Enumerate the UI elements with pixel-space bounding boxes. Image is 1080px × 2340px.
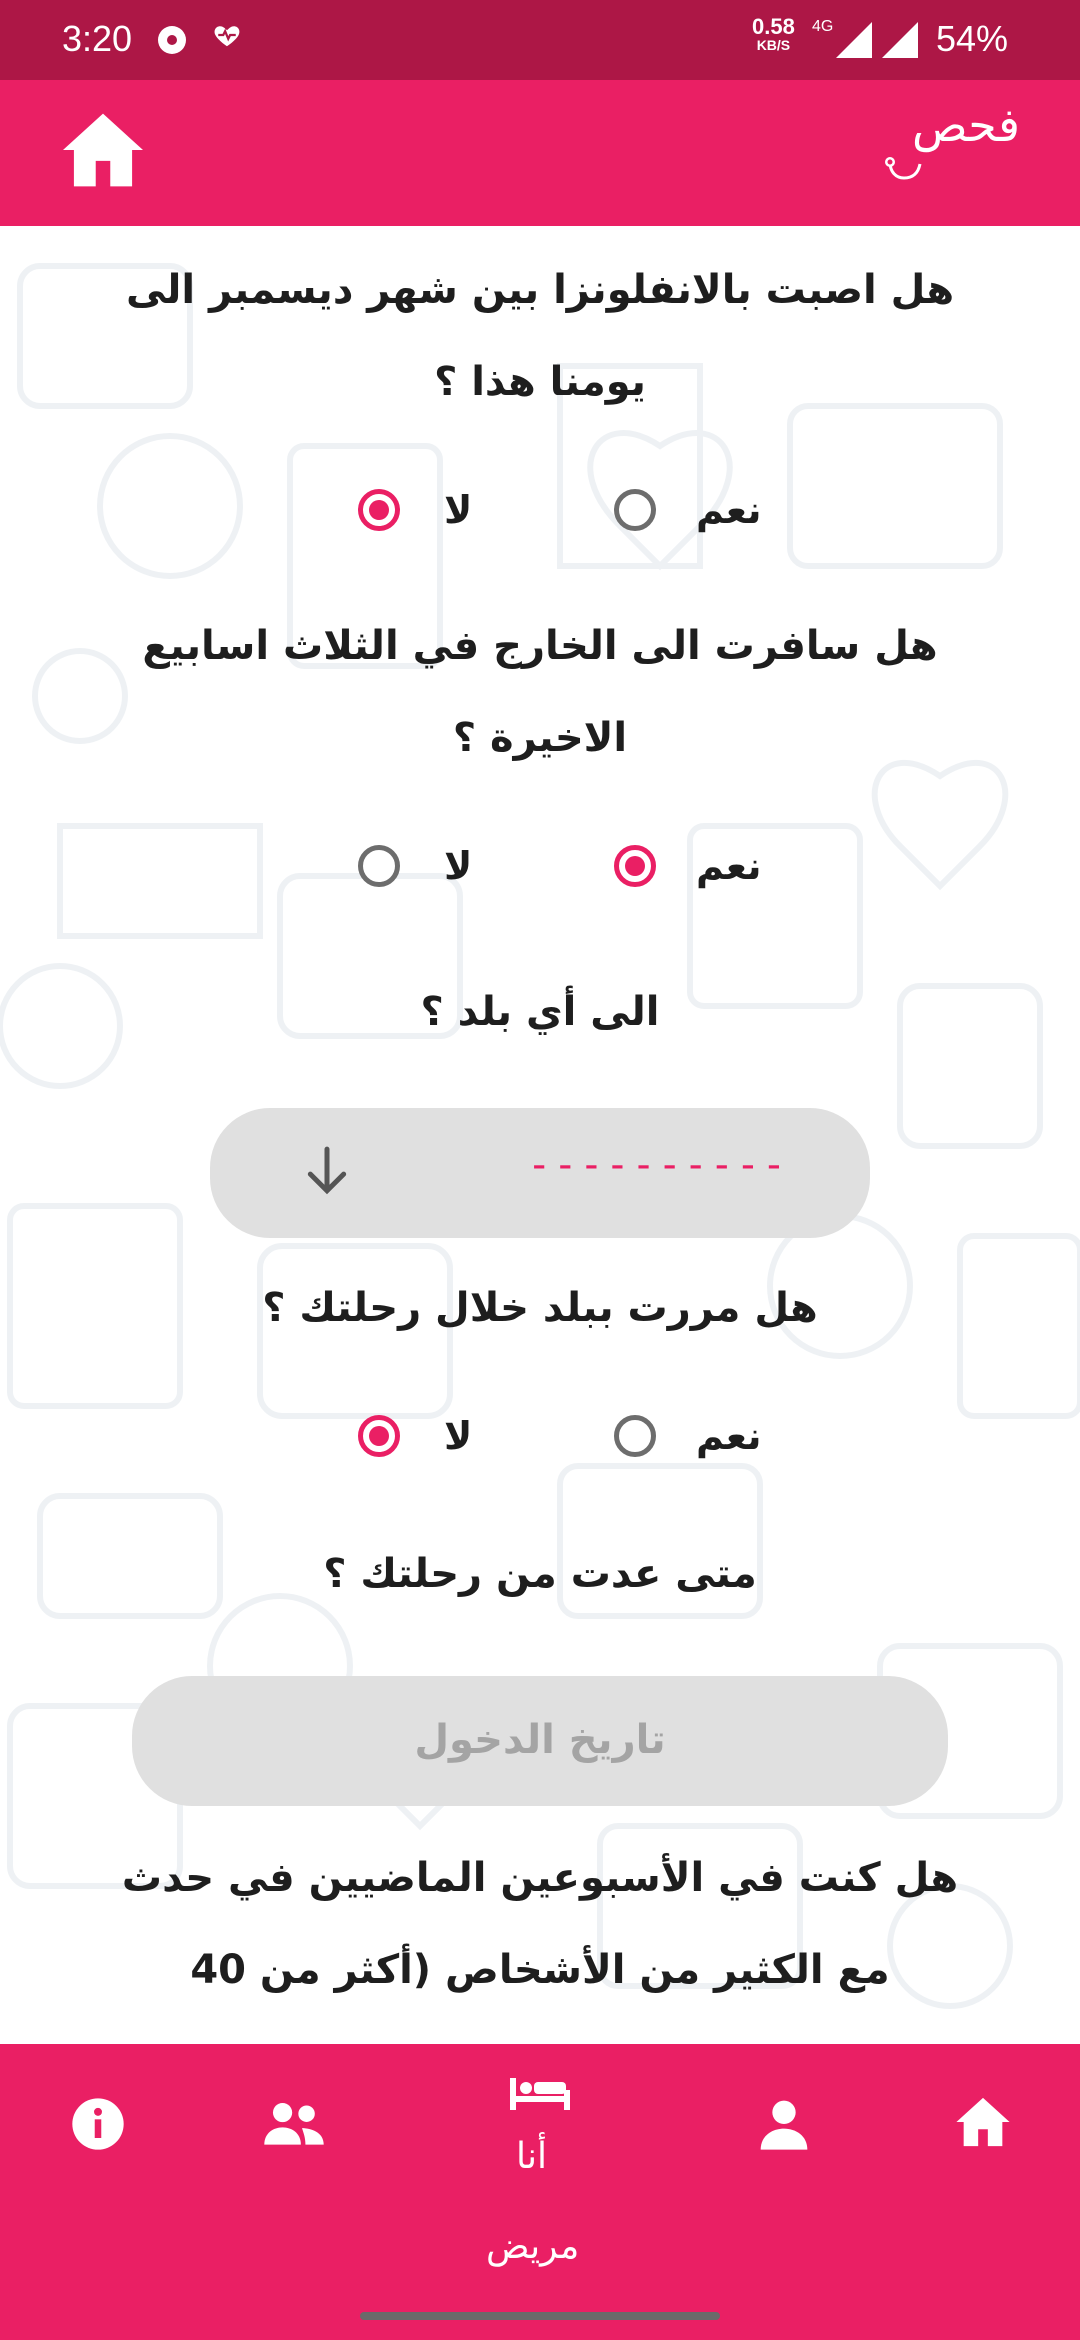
- radio-button-selected[interactable]: [358, 489, 400, 531]
- radio-label: نعم: [696, 844, 762, 888]
- home-icon[interactable]: [954, 2094, 1012, 2154]
- radio-label: لا: [444, 844, 473, 888]
- radio-option-yes[interactable]: نعم: [614, 844, 762, 888]
- question-gathering: هل كنت في الأسبوعين الماضيين في حدث مع ا…: [121, 1855, 959, 2044]
- radio-group-travel: نعم لا: [0, 844, 1080, 914]
- radio-option-yes[interactable]: نعم: [614, 488, 762, 532]
- bed-icon: [508, 2074, 572, 2118]
- radio-label: نعم: [696, 488, 762, 532]
- status-time: 3:20: [62, 18, 133, 59]
- question-flu: هل اصبت بالانفلونزا بين شهر ديسمبر الى ي…: [125, 267, 955, 405]
- radio-group-flu: نعم لا: [0, 488, 1080, 558]
- info-icon[interactable]: [70, 2096, 126, 2156]
- nav-sublabel: مريض: [486, 2226, 580, 2267]
- radio-label: نعم: [696, 1414, 762, 1458]
- question-travel: هل سافرت الى الخارج في الثلاث اسابيع الا…: [142, 623, 938, 761]
- radio-option-no[interactable]: لا: [358, 1414, 472, 1458]
- questionnaire[interactable]: هل اصبت بالانفلونزا بين شهر ديسمبر الى ي…: [0, 226, 1080, 2044]
- heartbeat-icon: [212, 20, 242, 54]
- nav-label: أنا: [516, 2136, 547, 2177]
- people-icon[interactable]: [262, 2096, 326, 2156]
- radio-button-selected[interactable]: [358, 1415, 400, 1457]
- radio-label: لا: [444, 488, 473, 532]
- app-bar: فحص: [0, 80, 1080, 226]
- person-icon[interactable]: [756, 2096, 812, 2156]
- radio-option-no[interactable]: لا: [358, 844, 472, 888]
- question-transit: هل مررت ببلد خلال رحلتك ؟: [262, 1285, 818, 1331]
- radio-button[interactable]: [614, 489, 656, 531]
- gesture-bar[interactable]: [360, 2312, 720, 2320]
- country-dropdown[interactable]: ----------: [210, 1108, 870, 1238]
- record-icon: [158, 26, 186, 54]
- network-type: 4G: [812, 18, 834, 35]
- arrow-down-icon: [302, 1144, 352, 1204]
- bottom-navigation: أنا مريض: [0, 2044, 1080, 2340]
- signal-icon: [834, 20, 874, 64]
- network-speed: 0.58 KB/S: [752, 14, 795, 53]
- entry-date-button[interactable]: تاريخ الدخول: [132, 1676, 948, 1806]
- radio-option-no[interactable]: لا: [358, 488, 472, 532]
- question-return-date: متى عدت من رحلتك ؟: [323, 1551, 757, 1597]
- stethoscope-icon: [884, 152, 934, 196]
- radio-option-yes[interactable]: نعم: [614, 1414, 762, 1458]
- battery-level: 54%: [936, 18, 1009, 59]
- radio-label: لا: [444, 1414, 473, 1458]
- status-bar: 3:20 0.58 KB/S 4G 54%: [0, 0, 1080, 80]
- radio-button[interactable]: [614, 1415, 656, 1457]
- network-speed-unit: KB/S: [756, 37, 791, 53]
- network-speed-value: 0.58: [752, 14, 795, 39]
- radio-group-transit: نعم لا: [0, 1414, 1080, 1484]
- nav-patient[interactable]: أنا مريض: [486, 2074, 594, 2304]
- home-icon[interactable]: [58, 110, 148, 194]
- radio-button[interactable]: [358, 845, 400, 887]
- app-logo: فحص: [911, 98, 1020, 152]
- question-country: الى أي بلد ؟: [420, 989, 660, 1035]
- radio-button-selected[interactable]: [614, 845, 656, 887]
- dropdown-value: ----------: [527, 1142, 788, 1188]
- wifi-signal-icon: [880, 20, 920, 64]
